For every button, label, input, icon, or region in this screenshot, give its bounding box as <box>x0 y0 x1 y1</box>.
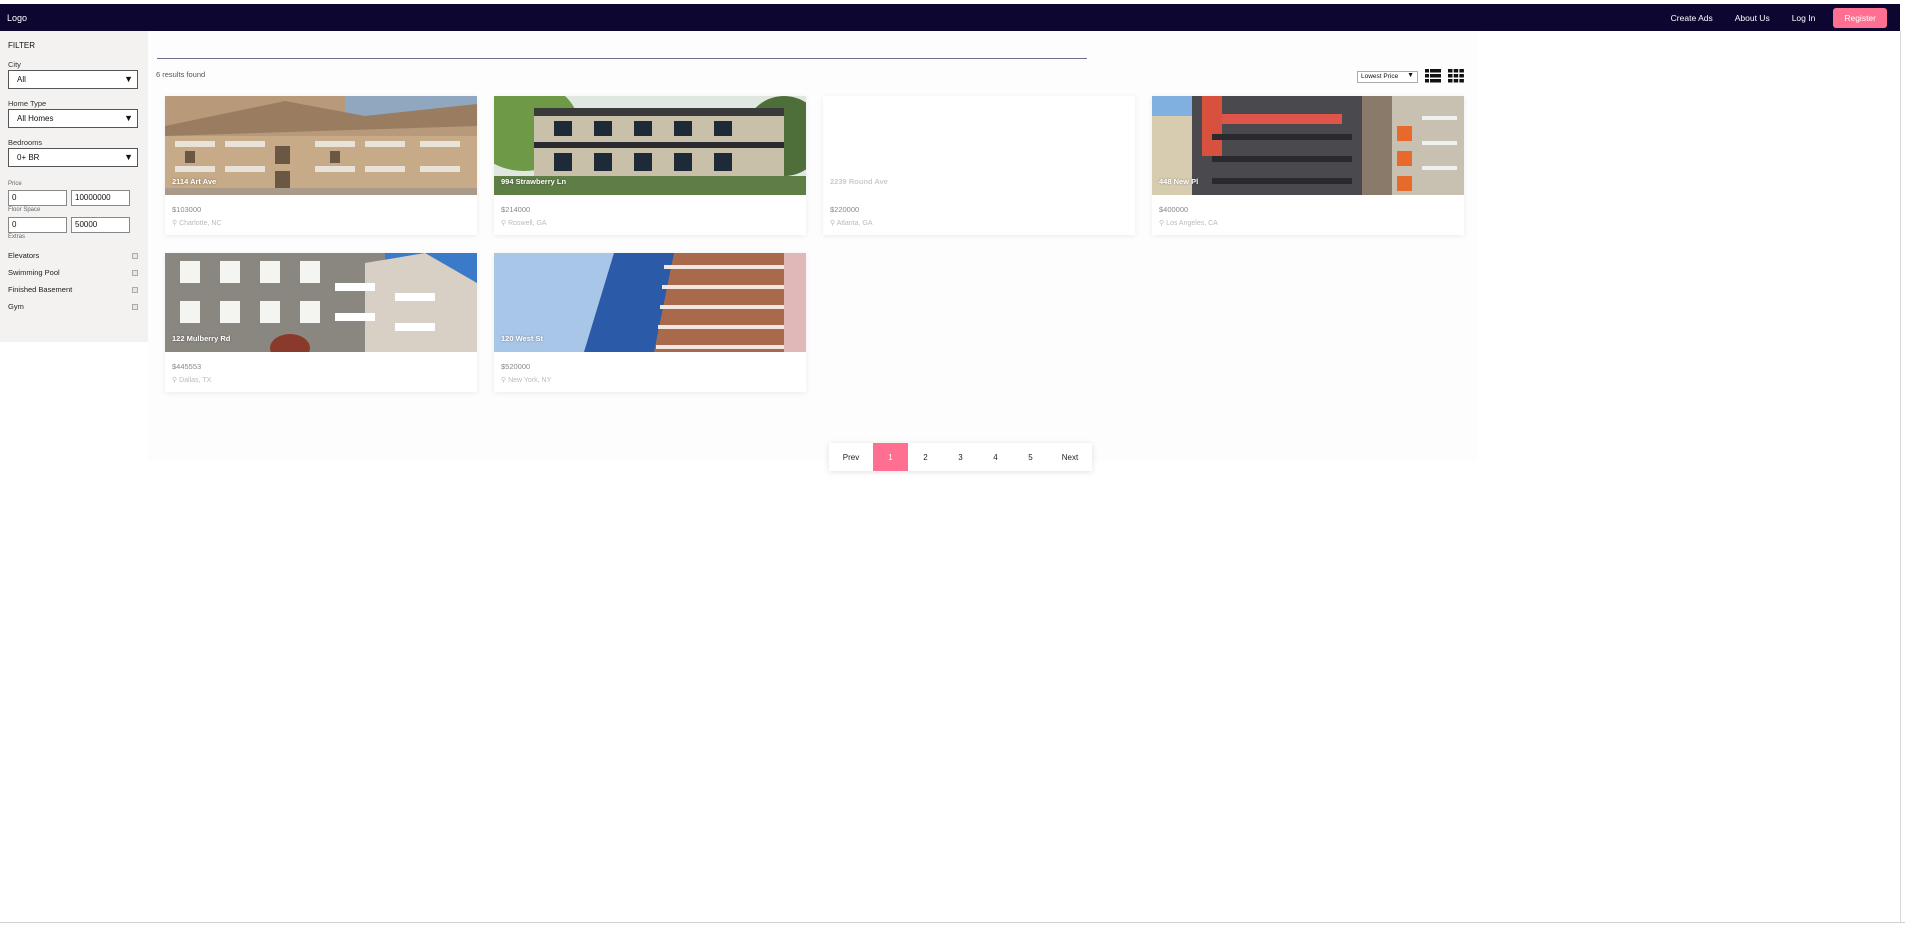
listing-price: $214000 <box>501 205 531 214</box>
listing-photo: 2114 Art Ave <box>165 96 477 195</box>
price-range: 0 10000000 <box>8 190 140 206</box>
filter-sidebar: FILTER City All ▼ Home Type All Homes ▼ … <box>0 31 148 342</box>
listing-card[interactable]: 994 Strawberry Ln $214000 ⚲ Roswell, GA <box>494 96 806 235</box>
sort-select-value: Lowest Price <box>1361 73 1399 80</box>
listing-address: 448 New Pl <box>1159 177 1199 186</box>
extra-label: Elevators <box>8 251 40 260</box>
chevron-down-icon: ▼ <box>1407 72 1414 79</box>
price-min-input[interactable]: 0 <box>8 190 67 206</box>
grid-view-icon[interactable] <box>1448 69 1464 83</box>
listing-photo: 2239 Round Ave <box>823 96 1135 195</box>
sort-select[interactable]: Lowest Price ▼ <box>1357 71 1418 83</box>
listing-address: 120 West St <box>501 334 543 343</box>
listing-card[interactable]: 448 New Pl $400000 ⚲ Los Angeles, CA <box>1152 96 1464 235</box>
listing-photo: 994 Strawberry Ln <box>494 96 806 195</box>
apartment-photo <box>1152 96 1464 195</box>
listing-location-text: New York, NY <box>508 377 552 384</box>
listing-location: ⚲ Los Angeles, CA <box>1159 219 1464 235</box>
listing-address: 2239 Round Ave <box>830 177 888 186</box>
home-type-label: Home Type <box>8 99 47 108</box>
extra-gym[interactable]: Gym <box>8 302 140 311</box>
extras-label: Extras <box>8 234 26 240</box>
search-underline <box>157 58 1087 59</box>
listing-location-text: Atlanta, GA <box>836 220 873 227</box>
listing-address: 2114 Art Ave <box>172 177 217 186</box>
floor-min-input[interactable]: 0 <box>8 217 67 233</box>
listing-card[interactable]: 2239 Round Ave $220000 ⚲ Atlanta, GA <box>823 96 1135 235</box>
floor-space-label: Floor Space <box>8 207 41 213</box>
extra-label: Gym <box>8 302 24 311</box>
log-in-link[interactable]: Log In <box>1792 13 1816 23</box>
page-button-1[interactable]: 1 <box>873 443 908 471</box>
listing-price: $520000 <box>501 362 531 371</box>
city-label: City <box>8 60 21 69</box>
listing-photo: 120 West St <box>494 253 806 352</box>
listing-photo: 448 New Pl <box>1152 96 1464 195</box>
checkbox[interactable] <box>132 269 138 276</box>
page-button-4[interactable]: 4 <box>978 443 1013 471</box>
chevron-down-icon: ▼ <box>124 74 133 84</box>
chevron-down-icon: ▼ <box>124 113 133 123</box>
create-ads-link[interactable]: Create Ads <box>1671 13 1713 23</box>
listing-location: ⚲ Roswell, GA <box>501 219 806 235</box>
home-type-select[interactable]: All Homes ▼ <box>8 109 138 128</box>
listing-price: $445553 <box>172 362 202 371</box>
bedrooms-select-value: 0+ BR <box>17 153 40 162</box>
price-max-input[interactable]: 10000000 <box>71 190 130 206</box>
listing-card[interactable]: 2114 Art Ave $103000 ⚲ Charlotte, NC <box>165 96 477 235</box>
results-area: 6 results found Lowest Price ▼ 2114 Art … <box>148 31 1478 471</box>
results-count: 6 results found <box>156 70 206 79</box>
page-bottom-border <box>0 922 1905 923</box>
listing-address: 994 Strawberry Ln <box>501 177 567 186</box>
bedrooms-select[interactable]: 0+ BR ▼ <box>8 148 138 167</box>
listing-location: ⚲ New York, NY <box>501 376 806 392</box>
home-type-select-value: All Homes <box>17 114 54 123</box>
extra-swimming-pool[interactable]: Swimming Pool <box>8 268 140 277</box>
listing-card[interactable]: 120 West St $520000 ⚲ New York, NY <box>494 253 806 392</box>
top-navbar: Logo Create Ads About Us Log In Register <box>0 4 1900 31</box>
page-button-2[interactable]: 2 <box>908 443 943 471</box>
window-edge <box>1900 31 1901 923</box>
listing-location: ⚲ Dallas, TX <box>172 376 477 392</box>
prev-page-button[interactable]: Prev <box>829 443 873 471</box>
city-select[interactable]: All ▼ <box>8 70 138 89</box>
checkbox[interactable] <box>132 303 138 310</box>
next-page-button[interactable]: Next <box>1048 443 1092 471</box>
listing-photo: 122 Mulberry Rd <box>165 253 477 352</box>
listing-card[interactable]: 122 Mulberry Rd $445553 ⚲ Dallas, TX <box>165 253 477 392</box>
checkbox[interactable] <box>132 286 138 293</box>
listing-location-text: Los Angeles, CA <box>1166 220 1218 227</box>
listing-price: $103000 <box>172 205 202 214</box>
extra-finished-basement[interactable]: Finished Basement <box>8 285 140 294</box>
checkbox[interactable] <box>132 252 138 259</box>
list-view-icon[interactable] <box>1425 69 1441 83</box>
listing-price: $220000 <box>830 205 860 214</box>
city-select-value: All <box>17 75 26 84</box>
listing-location: ⚲ Charlotte, NC <box>172 219 477 235</box>
listing-location-text: Roswell, GA <box>508 220 547 227</box>
logo[interactable]: Logo <box>7 13 27 23</box>
map-pin-icon: ⚲ <box>830 220 837 227</box>
about-us-link[interactable]: About Us <box>1735 13 1770 23</box>
listing-location-text: Dallas, TX <box>179 377 212 384</box>
page-button-5[interactable]: 5 <box>1013 443 1048 471</box>
register-button[interactable]: Register <box>1833 7 1887 28</box>
bedrooms-label: Bedrooms <box>8 138 43 147</box>
chevron-down-icon: ▼ <box>124 152 133 162</box>
listing-location-text: Charlotte, NC <box>179 220 222 227</box>
extra-label: Swimming Pool <box>8 268 60 277</box>
extra-label: Finished Basement <box>8 285 73 294</box>
pagination: Prev 1 2 3 4 5 Next <box>829 443 1092 471</box>
nav-links: Create Ads About Us Log In Register <box>1649 7 1893 28</box>
filter-title: FILTER <box>8 41 35 50</box>
listing-location: ⚲ Atlanta, GA <box>830 219 1135 235</box>
extra-elevators[interactable]: Elevators <box>8 251 140 260</box>
listing-price: $400000 <box>1159 205 1189 214</box>
price-label: Price <box>8 181 22 187</box>
floor-max-input[interactable]: 50000 <box>71 217 130 233</box>
floor-space-range: 0 50000 <box>8 217 140 233</box>
listing-address: 122 Mulberry Rd <box>172 334 231 343</box>
page-button-3[interactable]: 3 <box>943 443 978 471</box>
